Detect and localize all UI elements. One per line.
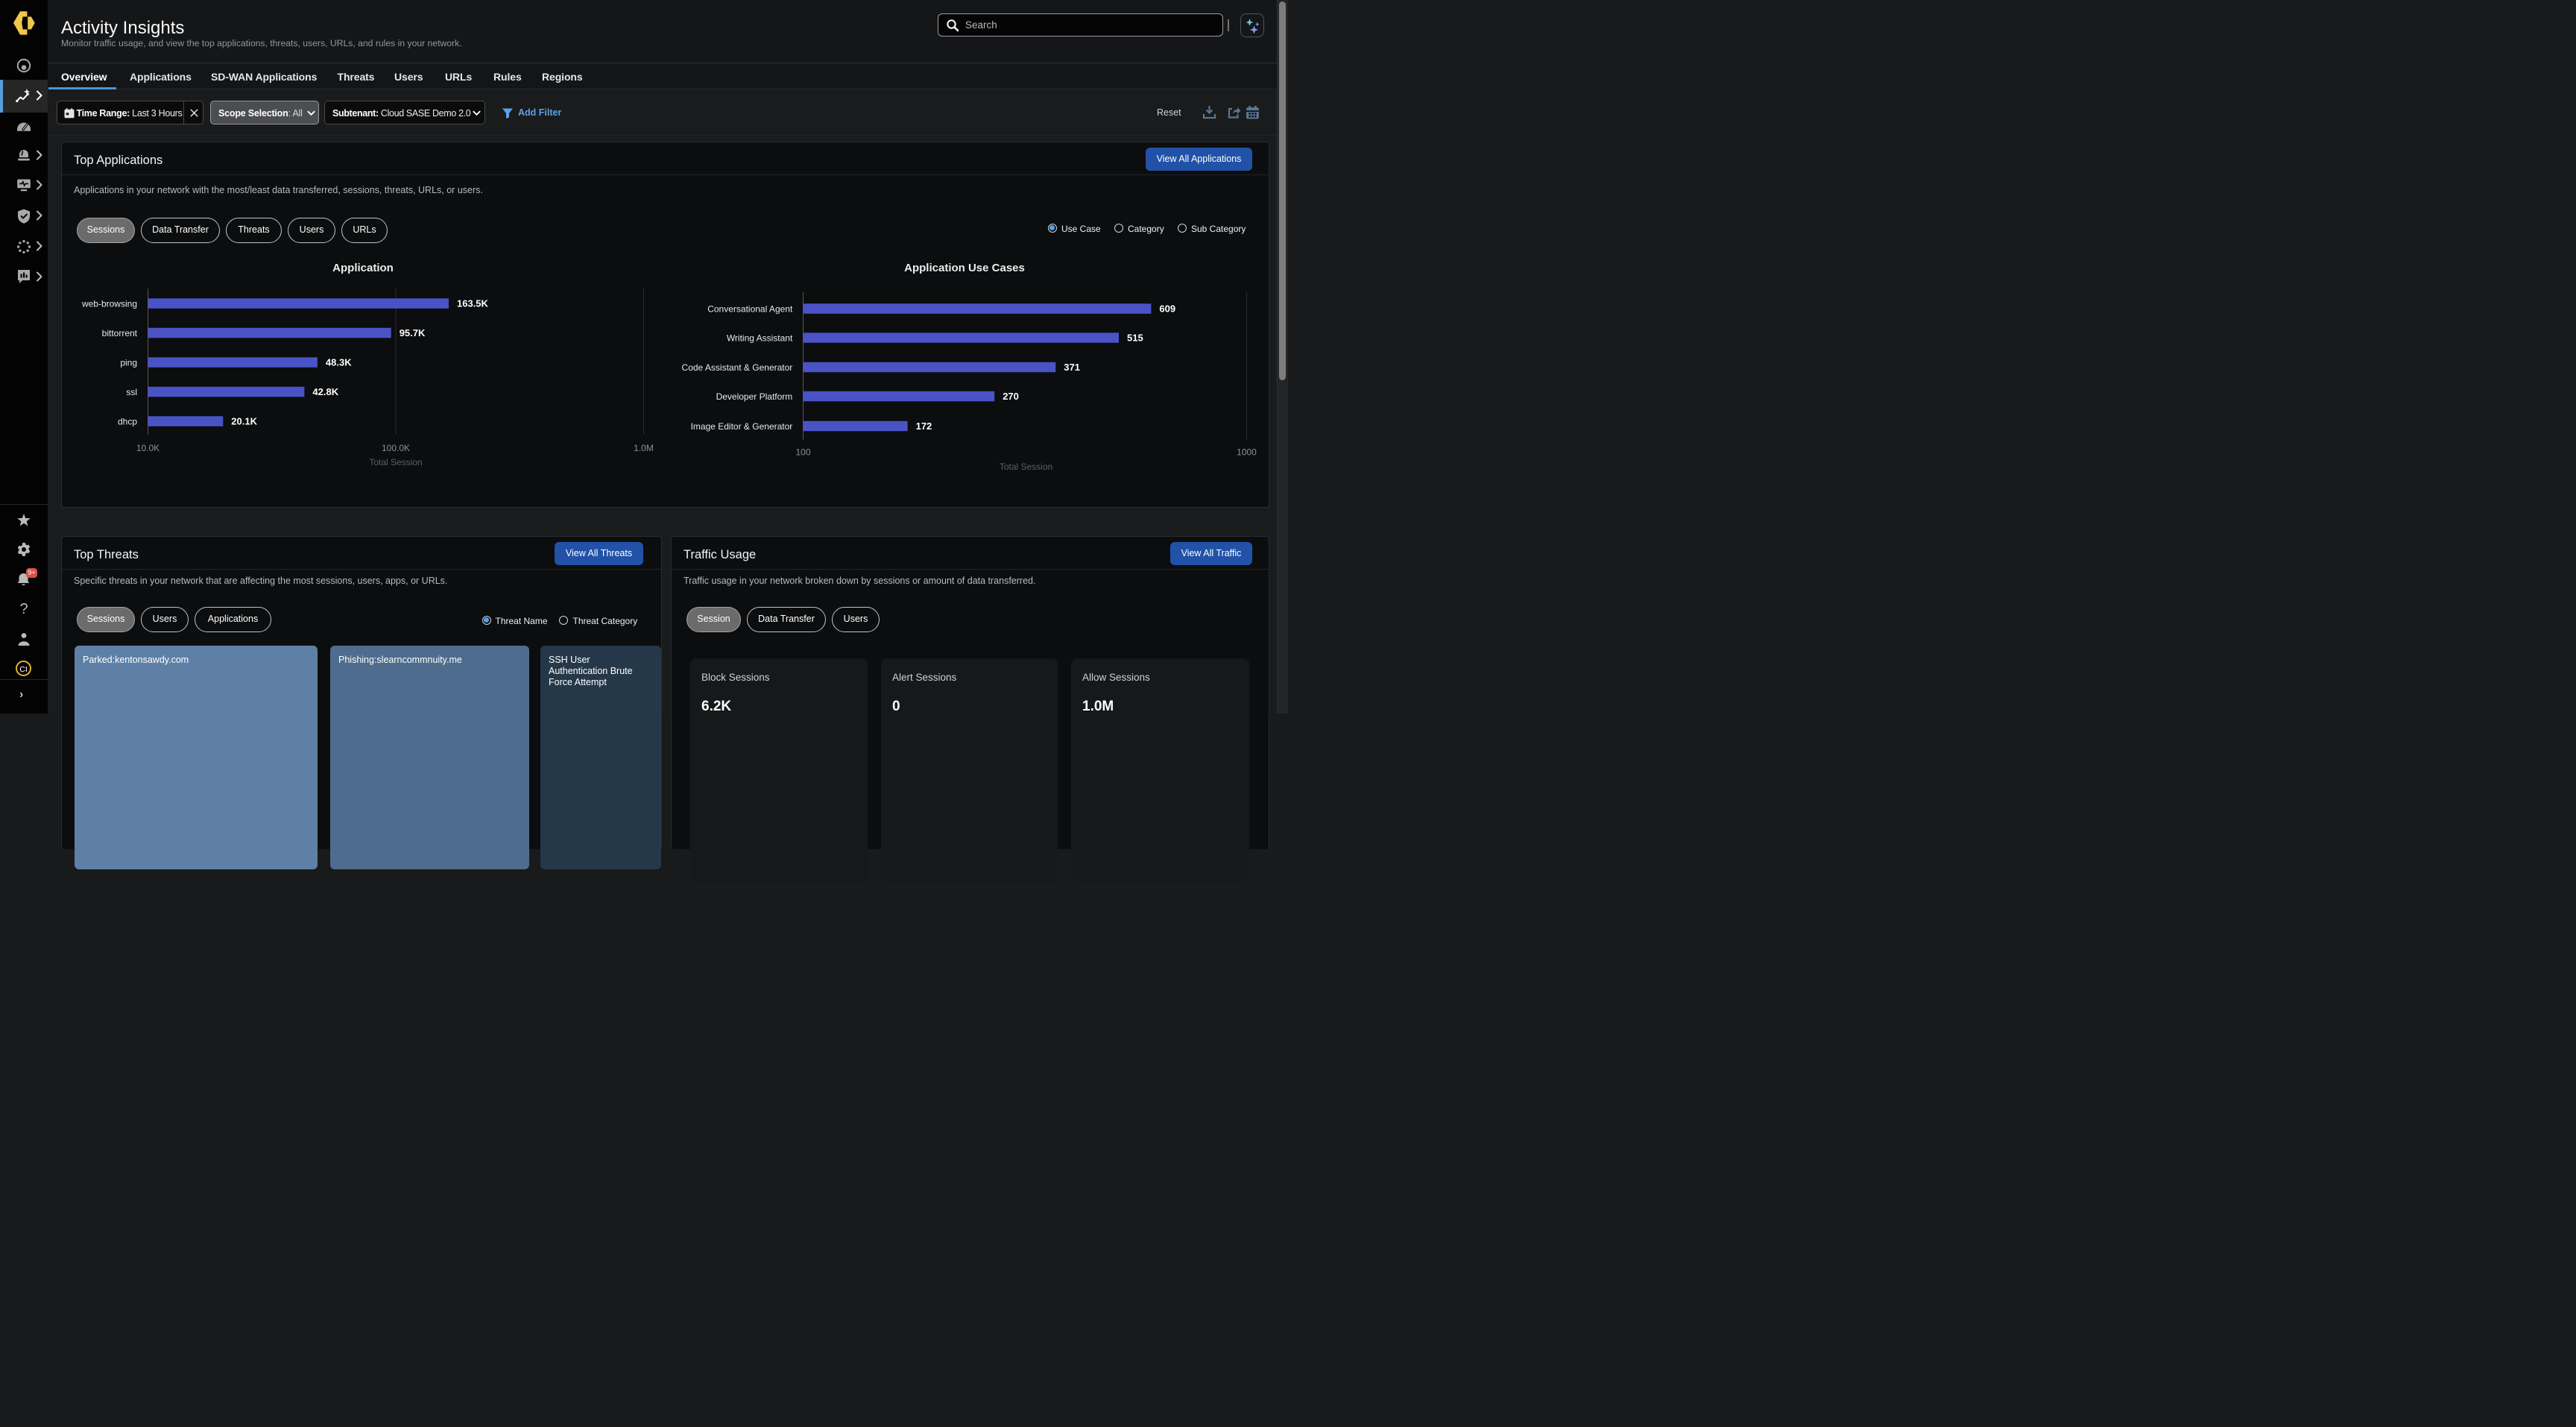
svg-text:20.1K: 20.1K xyxy=(231,415,257,426)
svg-text:Total Session: Total Session xyxy=(1000,462,1052,472)
svg-text:Writing Assistant: Writing Assistant xyxy=(727,333,793,343)
svg-text:Total Session: Total Session xyxy=(369,457,422,467)
svg-text:bittorrent: bittorrent xyxy=(102,328,138,338)
svg-text:Image Editor & Generator: Image Editor & Generator xyxy=(691,421,793,432)
svg-text:270: 270 xyxy=(1003,391,1019,402)
svg-text:ping: ping xyxy=(120,357,137,368)
svg-text:10.0K: 10.0K xyxy=(136,443,160,453)
svg-text:609: 609 xyxy=(1159,303,1175,314)
svg-text:100: 100 xyxy=(795,447,810,458)
svg-text:ssl: ssl xyxy=(126,387,137,397)
svg-text:Conversational Agent: Conversational Agent xyxy=(707,303,793,314)
svg-text:1.0M: 1.0M xyxy=(634,443,654,453)
svg-text:Application Use Cases: Application Use Cases xyxy=(904,262,1025,274)
svg-text:172: 172 xyxy=(916,420,932,432)
svg-text:100.0K: 100.0K xyxy=(382,443,410,453)
svg-text:web-browsing: web-browsing xyxy=(81,298,137,309)
svg-text:Developer Platform: Developer Platform xyxy=(716,391,793,402)
svg-text:1000: 1000 xyxy=(1237,447,1257,458)
svg-text:163.5K: 163.5K xyxy=(457,297,489,309)
svg-text:42.8K: 42.8K xyxy=(312,386,338,397)
svg-text:515: 515 xyxy=(1127,332,1143,343)
svg-text:371: 371 xyxy=(1064,362,1080,373)
svg-text:48.3K: 48.3K xyxy=(326,356,352,368)
svg-text:dhcp: dhcp xyxy=(118,416,137,426)
svg-text:95.7K: 95.7K xyxy=(400,327,426,338)
svg-text:Code Assistant & Generator: Code Assistant & Generator xyxy=(682,362,793,373)
svg-text:Application: Application xyxy=(332,262,394,274)
